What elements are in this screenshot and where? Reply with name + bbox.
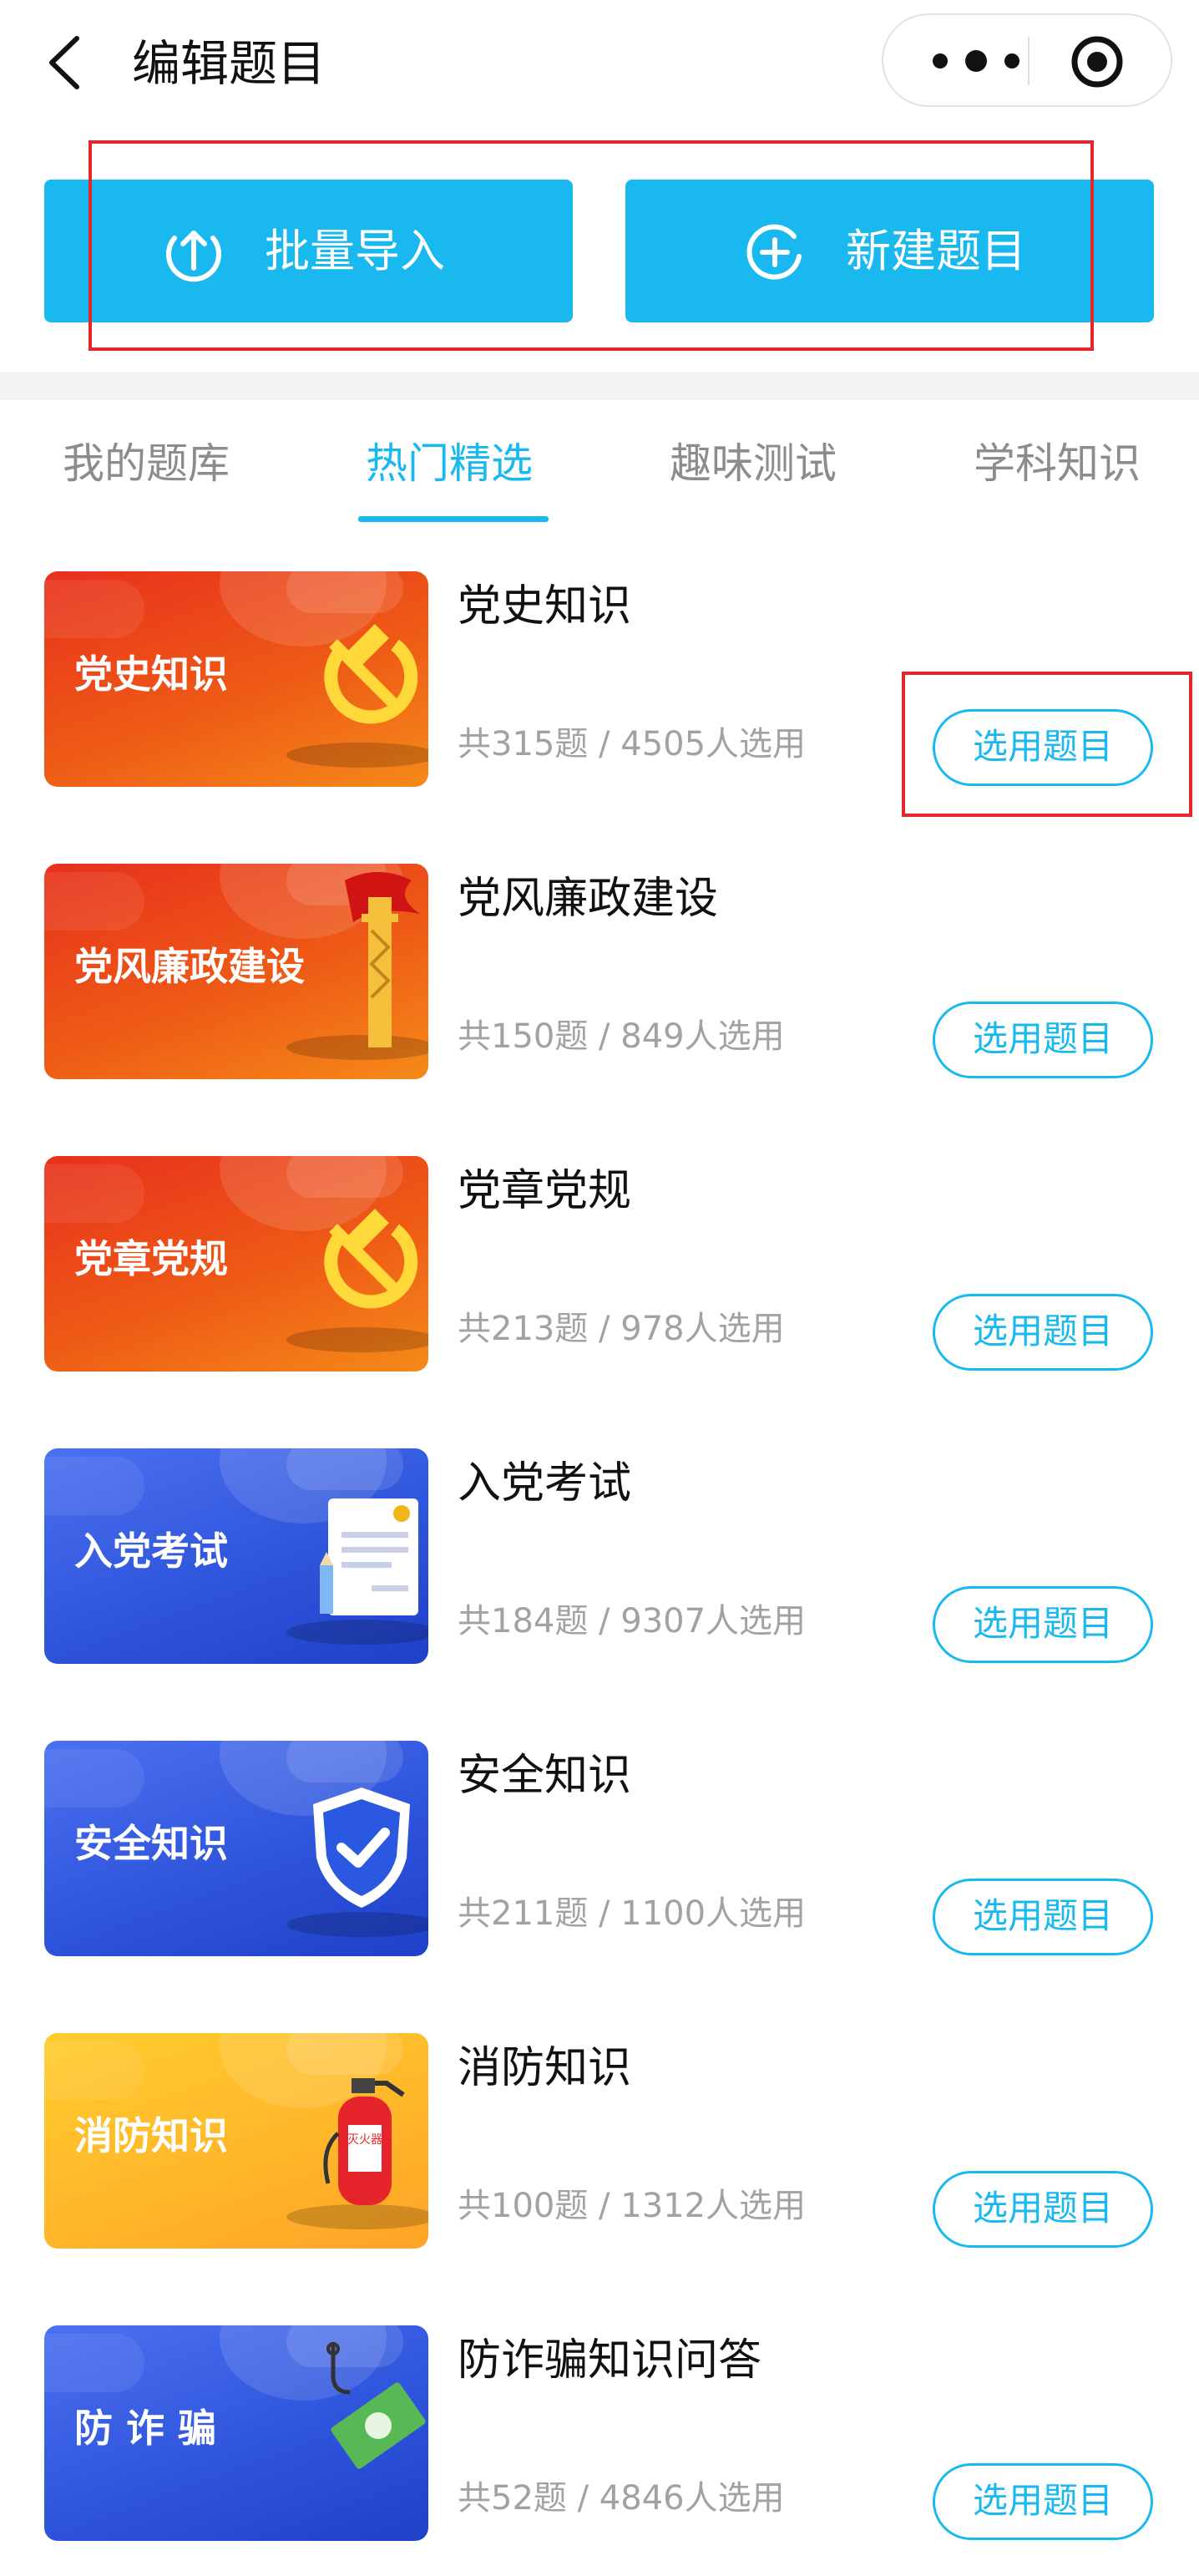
- item-stats: 共213题 / 978人选用: [458, 1310, 785, 1348]
- item-title: 消防知识: [458, 2043, 632, 2093]
- page-title: 编辑题目: [132, 35, 326, 92]
- tab-fun-tests[interactable]: 趣味测试: [670, 430, 837, 497]
- item-thumbnail[interactable]: 防 诈 骗: [44, 2325, 428, 2541]
- tab-my-question-bank[interactable]: 我的题库: [63, 430, 230, 497]
- item-thumbnail[interactable]: 党史知识: [44, 571, 428, 787]
- more-dots-icon[interactable]: [923, 40, 1029, 82]
- item-title: 党史知识: [458, 581, 632, 631]
- thumbnail-title: 防 诈 骗: [74, 2406, 217, 2451]
- list-item: 防 诈 骗 防诈骗知识问答 共52题 / 4846人选用 选用题目: [0, 2325, 1199, 2576]
- target-icon[interactable]: [1070, 35, 1124, 89]
- thumbnail-title: 入党考试: [74, 1529, 228, 1574]
- shield-check-icon: [313, 1787, 410, 1908]
- exam-paper-icon: [320, 1498, 418, 1615]
- list-item: 党风廉政建设 党风廉政建设 共150题 / 849人选用 选用题目: [0, 864, 1199, 1114]
- extinguisher-label: 灭火器: [347, 2133, 382, 2147]
- hammer-sickle-icon: [324, 624, 418, 724]
- list-item: 消防知识 灭火器 消防知识 共100题 / 1312人选用 选用题目: [0, 2033, 1199, 2284]
- thumbnail-title: 党风廉政建设: [74, 944, 305, 989]
- item-stats: 共184题 / 9307人选用: [458, 1602, 807, 1640]
- select-question-button[interactable]: 选用题目: [933, 1586, 1153, 1663]
- list-item: 党章党规 党章党规 共213题 / 978人选用 选用题目: [0, 1156, 1199, 1407]
- money-hook-icon: [326, 2342, 426, 2469]
- thumbnail-title: 党史知识: [74, 652, 228, 697]
- list-item: 入党考试 入党考试 共184题 / 9307人选用 选用题目: [0, 1448, 1199, 1699]
- item-thumbnail[interactable]: 入党考试: [44, 1448, 428, 1664]
- item-title: 党风廉政建设: [458, 874, 719, 924]
- item-stats: 共315题 / 4505人选用: [458, 725, 807, 763]
- thumbnail-title: 党章党规: [74, 1236, 228, 1281]
- tab-hot-picks[interactable]: 热门精选: [366, 430, 533, 497]
- thumbnail-title: 安全知识: [74, 1821, 228, 1866]
- fire-extinguisher-icon: 灭火器: [323, 2078, 405, 2205]
- chevron-left-icon[interactable]: [43, 33, 94, 92]
- capsule-separator: [1028, 37, 1030, 85]
- section-divider: [0, 372, 1199, 400]
- select-question-button[interactable]: 选用题目: [933, 2171, 1153, 2248]
- item-thumbnail[interactable]: 安全知识: [44, 1741, 428, 1956]
- item-thumbnail[interactable]: 消防知识 灭火器: [44, 2033, 428, 2249]
- thumbnail-title: 消防知识: [74, 2113, 228, 2158]
- item-title: 防诈骗知识问答: [458, 2335, 762, 2386]
- select-question-button[interactable]: 选用题目: [933, 1001, 1153, 1078]
- item-thumbnail[interactable]: 党章党规: [44, 1156, 428, 1372]
- highlight-box-select: [902, 672, 1192, 817]
- item-stats: 共150题 / 849人选用: [458, 1017, 785, 1056]
- flag-pillar-icon: [345, 872, 420, 1047]
- list-item: 安全知识 安全知识 共211题 / 1100人选用 选用题目: [0, 1741, 1199, 1991]
- item-title: 入党考试: [458, 1458, 632, 1509]
- tab-subject-knowledge[interactable]: 学科知识: [974, 430, 1141, 497]
- item-title: 党章党规: [458, 1166, 632, 1216]
- item-stats: 共211题 / 1100人选用: [458, 1894, 807, 1933]
- item-title: 安全知识: [458, 1751, 632, 1801]
- select-question-button[interactable]: 选用题目: [933, 2463, 1153, 2540]
- active-tab-indicator: [358, 516, 549, 522]
- select-question-button[interactable]: 选用题目: [933, 1294, 1153, 1371]
- mini-program-capsule: [882, 13, 1172, 107]
- item-thumbnail[interactable]: 党风廉政建设: [44, 864, 428, 1079]
- hammer-sickle-icon: [324, 1209, 418, 1309]
- item-stats: 共52题 / 4846人选用: [458, 2479, 785, 2518]
- nav-bar: 编辑题目: [0, 0, 1199, 125]
- item-stats: 共100题 / 1312人选用: [458, 2187, 807, 2225]
- highlight-box-actions: [89, 140, 1094, 351]
- select-question-button[interactable]: 选用题目: [933, 1879, 1153, 1955]
